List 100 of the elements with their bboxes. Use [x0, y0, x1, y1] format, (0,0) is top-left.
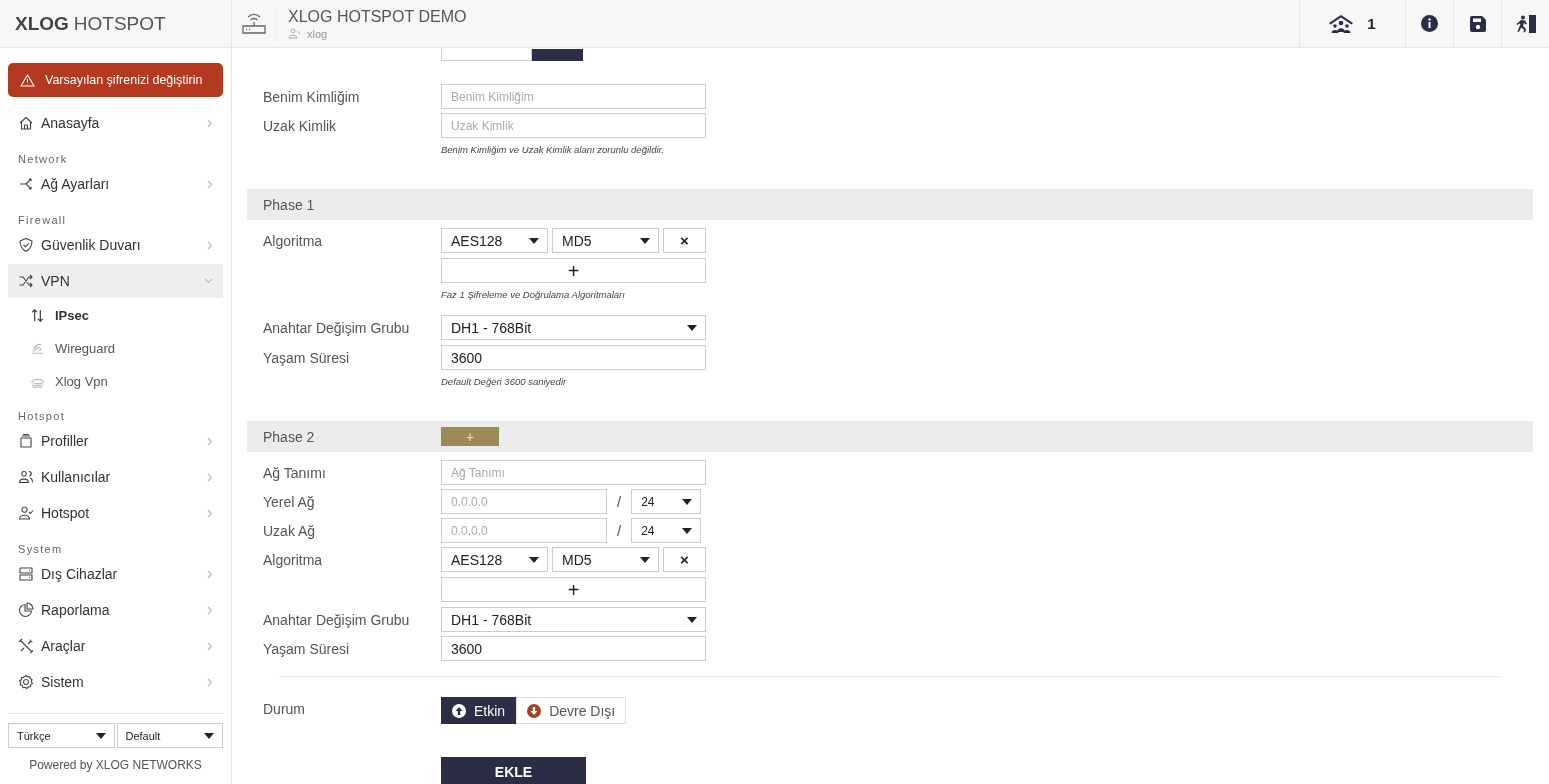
field-label: Yaşam Süresi: [262, 349, 351, 366]
info-icon: [1421, 15, 1438, 32]
user-check-icon: [18, 505, 34, 521]
status-option[interactable]: Etkin: [441, 697, 517, 724]
dh-group-select[interactable]: DH1 - 768Bit: [441, 315, 706, 340]
field-label: Algoritma: [262, 551, 324, 568]
chevron-right-icon: [207, 118, 213, 128]
chevron-right-icon: [207, 677, 213, 687]
field-label: Benim Kimliğim: [262, 88, 361, 105]
field-label: Anahtar Değişim Grubu: [262, 319, 411, 336]
theme-select[interactable]: Default: [116, 723, 223, 748]
caret-icon: [95, 732, 106, 739]
nav-item[interactable]: Anasayfa: [8, 105, 223, 141]
nav-item[interactable]: Profiller: [8, 423, 223, 459]
chevron-right-icon: [207, 436, 213, 446]
nav-item[interactable]: Sistem: [8, 664, 223, 700]
field-label: Yerel Ağ: [262, 493, 316, 510]
remove-button[interactable]: ×: [663, 547, 706, 572]
field-label: Uzak Kimlik: [262, 117, 338, 134]
hash-select[interactable]: MD5: [552, 547, 659, 572]
chevron-right-icon: [207, 569, 213, 579]
hash-select[interactable]: MD5: [552, 228, 659, 253]
arrow-up-circle-icon: [452, 703, 466, 718]
brand-logo: XLOG HOTSPOT: [0, 0, 232, 47]
submit-button[interactable]: EKLE: [441, 757, 586, 784]
shield-icon: [18, 237, 34, 253]
chevron-right-icon: [207, 508, 213, 518]
shuffle-icon: [18, 273, 34, 289]
nav-item[interactable]: Araçlar: [8, 628, 223, 664]
dh-group-select[interactable]: DH1 - 768Bit: [441, 607, 706, 632]
cipher-select[interactable]: AES128: [441, 228, 548, 253]
footer-text: Powered by XLOG NETWORKS: [28, 758, 203, 772]
chevron-right-icon: [207, 179, 213, 189]
field-label: Ağ Tanımı: [262, 464, 327, 481]
chevron-right-icon: [207, 472, 213, 482]
nav-section-title: System: [17, 542, 64, 556]
nav-subitem[interactable]: Xlog Vpn: [8, 365, 223, 398]
online-users-button[interactable]: 1: [1299, 0, 1405, 47]
separator-text: /: [616, 522, 623, 539]
router-icon: [240, 11, 267, 36]
server-icon: [18, 566, 34, 582]
settings-icon: [18, 674, 34, 690]
chevron-down-icon: [204, 278, 213, 284]
nav-subitem[interactable]: IPsec: [8, 299, 223, 332]
user-name: xlog: [307, 27, 328, 40]
cipher-select[interactable]: AES128: [441, 547, 548, 572]
chevron-right-icon: [207, 641, 213, 651]
status-option[interactable]: Devre Dışı: [516, 697, 627, 724]
nav-item[interactable]: VPN: [8, 264, 223, 298]
caret-icon: [687, 616, 697, 623]
input-field[interactable]: Benim Kimliğim: [441, 84, 706, 109]
users-icon: [18, 469, 34, 485]
caret-icon: [682, 527, 693, 534]
add-algorithm-button[interactable]: +: [441, 577, 706, 602]
chevron-right-icon: [207, 240, 213, 250]
ip-address-field[interactable]: 0.0.0.0: [441, 518, 607, 543]
caret-icon: [204, 732, 214, 739]
user-icon: [288, 28, 301, 39]
input-field[interactable]: Ağ Tanımı: [441, 460, 706, 485]
nav-item[interactable]: Dış Cihazlar: [8, 556, 223, 592]
nav-item[interactable]: Raporlama: [8, 592, 223, 628]
nav-section-title: Firewall: [17, 213, 68, 227]
add-algorithm-button[interactable]: +: [441, 258, 706, 283]
field-label: Algoritma: [262, 232, 324, 249]
input-field[interactable]: 3600: [441, 345, 706, 370]
exit-door-icon: [1515, 14, 1536, 33]
input-field[interactable]: Uzak Kimlik: [441, 113, 706, 138]
change-password-alert[interactable]: Varsayılan şifrenizi değiştirin: [8, 63, 223, 97]
prefix-select[interactable]: 24: [631, 489, 702, 514]
ip-address-field[interactable]: 0.0.0.0: [441, 489, 607, 514]
language-select[interactable]: Türkçe: [8, 723, 115, 748]
nav-item[interactable]: Hotspot: [8, 495, 223, 531]
field-label: Anahtar Değişim Grubu: [262, 611, 411, 628]
section-title: Phase 2: [263, 428, 316, 445]
nav-section-title: Hotspot: [17, 409, 66, 423]
separator-text: /: [616, 493, 623, 510]
field-label: Durum: [262, 700, 306, 717]
nav-section-title: Network: [17, 152, 69, 166]
caret-icon: [529, 556, 539, 563]
nav-item[interactable]: Ağ Ayarları: [8, 166, 223, 202]
help-text: Default Değeri 3600 saniyedir: [440, 376, 568, 388]
swirl-icon: [30, 341, 45, 356]
chevron-right-icon: [207, 605, 213, 615]
caret-icon: [687, 324, 697, 331]
caret-icon: [640, 237, 650, 244]
page-title: XLOG HOTSPOT DEMO: [288, 7, 467, 26]
help-text: Benim Kimliğim ve Uzak Kimlik alanı zorunlu değildir.: [440, 144, 665, 156]
nav-item[interactable]: Kullanıcılar: [8, 459, 223, 495]
tools-icon: [18, 638, 34, 654]
nav-subitem[interactable]: Wireguard: [8, 332, 223, 365]
share-icon: [18, 176, 34, 192]
nav-item[interactable]: Güvenlik Duvarı: [8, 227, 223, 263]
up-down-arrows-icon: [30, 308, 45, 323]
pie-chart-icon: [18, 602, 34, 618]
prefix-select[interactable]: 24: [631, 518, 702, 543]
field-label: Yaşam Süresi: [262, 640, 351, 657]
input-field[interactable]: 3600: [441, 636, 706, 661]
caret-icon: [682, 498, 693, 505]
remove-button[interactable]: ×: [663, 228, 706, 253]
house-people-icon: [1329, 14, 1354, 33]
